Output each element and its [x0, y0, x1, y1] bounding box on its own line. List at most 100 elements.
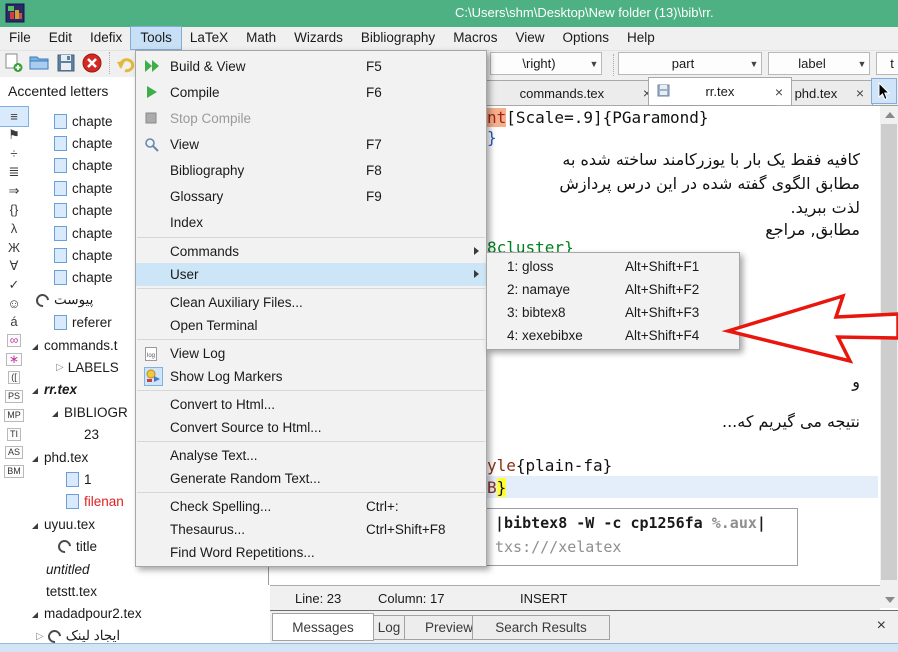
expanded-icon[interactable] [32, 456, 38, 462]
menu-item-clean-auxiliary-files[interactable]: Clean Auxiliary Files... [136, 291, 486, 314]
lambda-icon[interactable]: λ [0, 219, 28, 238]
menu-item-bibliography[interactable]: BibliographyF8 [136, 157, 486, 183]
cyrillic-icon[interactable]: Ж [0, 238, 28, 257]
chevron-down-icon[interactable]: ▼ [587, 59, 601, 69]
menu-item-index[interactable]: Index [136, 209, 486, 235]
forall-icon[interactable]: ∀ [0, 257, 28, 276]
save-button[interactable] [55, 52, 78, 77]
TI-icon[interactable]: TI [0, 425, 28, 444]
menubar-item-macros[interactable]: Macros [444, 27, 506, 49]
chevron-down-icon[interactable]: ▼ [747, 59, 761, 69]
scrollbar-thumb[interactable] [881, 124, 897, 580]
menu-item-find-word-repetitions[interactable]: Find Word Repetitions... [136, 541, 486, 564]
BM-icon[interactable]: BM [0, 462, 28, 481]
arrow-icon[interactable]: ⇒ [0, 182, 28, 201]
menubar-item-tools[interactable]: Tools [131, 27, 181, 49]
brackets-icon[interactable]: ([ [0, 369, 28, 388]
expanded-icon[interactable] [32, 523, 38, 529]
submenu-shortcut: Alt+Shift+F3 [625, 305, 729, 320]
menu-item-build-view[interactable]: Build & ViewF5 [136, 53, 486, 79]
chevron-down-icon[interactable]: ▼ [855, 59, 869, 69]
menubar-item-edit[interactable]: Edit [40, 27, 81, 49]
divide-icon[interactable]: ÷ [0, 144, 28, 163]
delimiter-combo[interactable]: \right) ▼ [490, 52, 602, 75]
collapsed-icon[interactable]: ▷ [36, 631, 44, 642]
menubar-item-idefix[interactable]: Idefix [81, 27, 131, 49]
menu-item-generate-random-text[interactable]: Generate Random Text... [136, 467, 486, 490]
menubar-item-file[interactable]: File [0, 27, 40, 49]
asterisk-icon[interactable]: ∗ [0, 350, 28, 369]
menu-item-compile[interactable]: CompileF6 [136, 79, 486, 105]
collapsed-icon[interactable]: ▷ [56, 362, 64, 373]
check-icon[interactable]: ✓ [0, 275, 28, 294]
editor-scrollbar[interactable] [880, 105, 898, 608]
menubar-item-math[interactable]: Math [237, 27, 285, 49]
stop-process-button[interactable] [81, 52, 105, 77]
menu-separator [137, 339, 485, 340]
tree-item-tetstt.tex[interactable]: tetstt.tex [28, 580, 268, 602]
close-icon[interactable]: × [856, 85, 864, 101]
menu-item-label: Convert to Html... [170, 397, 478, 412]
menubar-item-help[interactable]: Help [618, 27, 664, 49]
submenu-item-3-bibtex8[interactable]: 3: bibtex8Alt+Shift+F3 [487, 301, 739, 324]
output-tab-search-results[interactable]: Search Results [472, 615, 610, 640]
braces-icon[interactable]: {} [0, 200, 28, 219]
expanded-icon[interactable] [32, 344, 38, 350]
tab-commands.tex[interactable]: commands.tex× [482, 80, 660, 106]
window-bottom-edge [0, 643, 898, 652]
menu-item-view-log[interactable]: logView Log [136, 342, 486, 365]
tree-item-label: madadpour2.tex [44, 606, 142, 621]
open-document-button[interactable] [28, 52, 52, 77]
menubar-item-options[interactable]: Options [553, 27, 618, 49]
menu-item-commands[interactable]: Commands [136, 240, 486, 263]
menu-item-glossary[interactable]: GlossaryF9 [136, 183, 486, 209]
menubar-item-view[interactable]: View [506, 27, 553, 49]
bookmark-icon[interactable]: ⚑ [0, 126, 28, 145]
accent-icon[interactable]: á [0, 313, 28, 332]
magnifier-icon [144, 137, 170, 152]
PS-icon[interactable]: PS [0, 387, 28, 406]
menu-item-convert-source-to-html[interactable]: Convert Source to Html... [136, 416, 486, 439]
expanded-icon[interactable] [32, 388, 38, 394]
new-document-button[interactable] [2, 52, 25, 77]
structure-icon[interactable]: ≡ [0, 107, 28, 126]
tree-item-madadpour2.tex[interactable]: madadpour2.tex [28, 603, 268, 625]
smiley-icon[interactable]: ☺ [0, 294, 28, 313]
scroll-down-icon[interactable] [885, 597, 895, 603]
document-icon [66, 472, 79, 487]
menubar-item-wizards[interactable]: Wizards [285, 27, 352, 49]
submenu-item-label: 4: xexebibxe [507, 328, 625, 343]
truncated-combo[interactable]: t [876, 52, 898, 75]
menu-item-stop-compile[interactable]: Stop Compile [136, 105, 486, 131]
menu-item-open-terminal[interactable]: Open Terminal [136, 314, 486, 337]
close-icon[interactable]: × [877, 617, 886, 635]
toolbar-separator [613, 54, 614, 76]
scroll-up-icon[interactable] [885, 112, 895, 118]
submenu-item-1-gloss[interactable]: 1: glossAlt+Shift+F1 [487, 255, 739, 278]
menu-item-view[interactable]: ViewF7 [136, 131, 486, 157]
expanded-icon[interactable] [32, 612, 38, 618]
submenu-item-2-namaye[interactable]: 2: namayeAlt+Shift+F2 [487, 278, 739, 301]
tab-scroll-right-button[interactable] [872, 79, 896, 103]
tab-rr.tex[interactable]: rr.tex× [648, 77, 792, 105]
MP-icon[interactable]: MP [0, 406, 28, 425]
menubar-item-latex[interactable]: LaTeX [181, 27, 237, 49]
menu-item-user[interactable]: User [136, 263, 486, 286]
title-bar: C:\Users\shm\Desktop\New folder (13)\bib… [0, 0, 898, 27]
AS-icon[interactable]: AS [0, 443, 28, 462]
close-icon[interactable]: × [775, 84, 783, 100]
menu-item-thesaurus[interactable]: Thesaurus...Ctrl+Shift+F8 [136, 518, 486, 541]
sectioning-combo[interactable]: part ▼ [618, 52, 762, 75]
lines-icon[interactable]: ≣ [0, 163, 28, 182]
infinity-icon[interactable]: ∞ [0, 331, 28, 350]
menu-item-label: Index [170, 215, 478, 230]
submenu-item-4-xexebibxe[interactable]: 4: xexebibxeAlt+Shift+F4 [487, 324, 739, 347]
expanded-icon[interactable] [52, 411, 58, 417]
output-tab-messages[interactable]: Messages [272, 613, 374, 641]
menu-item-analyse-text[interactable]: Analyse Text... [136, 444, 486, 467]
menu-item-check-spelling[interactable]: Check Spelling...Ctrl+: [136, 495, 486, 518]
menu-item-convert-to-html[interactable]: Convert to Html... [136, 393, 486, 416]
references-combo[interactable]: label ▼ [768, 52, 870, 75]
menu-item-show-log-markers[interactable]: Show Log Markers [136, 365, 486, 388]
menubar-item-bibliography[interactable]: Bibliography [352, 27, 444, 49]
